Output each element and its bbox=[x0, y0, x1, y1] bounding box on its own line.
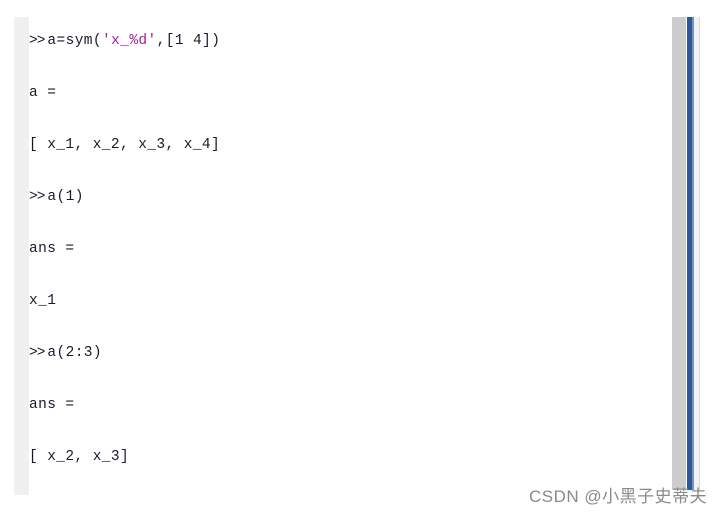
console-line-command-sym: >> a=sym('x_%d',[1 4]) bbox=[29, 32, 220, 50]
command-string-literal: 'x_%d' bbox=[102, 33, 157, 49]
console-line-command-index-range: >> a(2:3) bbox=[29, 344, 102, 362]
csdn-watermark: CSDN @小黑子史蒂夫 bbox=[529, 487, 708, 506]
scrollbar-thumb-highlight[interactable] bbox=[692, 17, 694, 490]
console-line-output-ans-equals-2: ans = bbox=[29, 397, 75, 413]
console-line-output-array-full: [ x_1, x_2, x_3, x_4] bbox=[29, 137, 221, 153]
prompt-symbol: >> bbox=[29, 345, 45, 361]
matlab-command-window[interactable]: >> a=sym('x_%d',[1 4]) a = [ x_1, x_2, x_… bbox=[0, 0, 728, 515]
console-line-output-a-equals: a = bbox=[29, 85, 57, 101]
scrollbar-outer-gutter bbox=[672, 17, 686, 490]
console-line-output-x1: x_1 bbox=[29, 293, 57, 309]
console-output-area[interactable]: >> a=sym('x_%d',[1 4]) a = [ x_1, x_2, x_… bbox=[29, 17, 669, 495]
command-text-part-1: a=sym( bbox=[47, 33, 103, 49]
console-line-output-array-slice: [ x_2, x_3] bbox=[29, 449, 130, 465]
command-text-part-2: ,[1 4]) bbox=[156, 33, 221, 49]
command-text: a(1) bbox=[47, 189, 84, 205]
command-window-left-gutter bbox=[14, 17, 29, 495]
console-line-output-ans-equals-1: ans = bbox=[29, 241, 75, 257]
command-text: a(2:3) bbox=[47, 345, 103, 361]
prompt-symbol: >> bbox=[29, 33, 45, 49]
prompt-symbol: >> bbox=[29, 189, 45, 205]
vertical-scrollbar[interactable] bbox=[672, 17, 702, 490]
console-line-command-index-1: >> a(1) bbox=[29, 188, 84, 206]
